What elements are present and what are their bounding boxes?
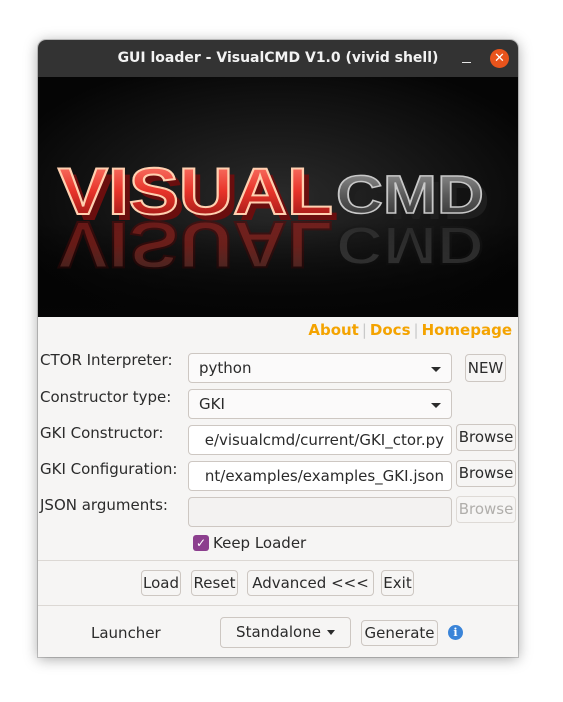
minimize-button[interactable] <box>458 49 476 67</box>
ctor-interpreter-select[interactable]: python <box>188 353 452 383</box>
visualcmd-logo-banner: VISUAL CMD VISUAL VISUAL CMD CMD <box>38 77 518 317</box>
launcher-mode-value: Standalone <box>236 623 321 641</box>
launcher-label: Launcher <box>91 624 161 642</box>
json-arguments-label: JSON arguments: <box>40 496 168 514</box>
gki-constructor-value: e/visualcmd/current/GKI_ctor.py <box>204 431 444 449</box>
about-link[interactable]: About <box>308 321 359 339</box>
constructor-type-label: Constructor type: <box>40 388 172 406</box>
docs-link[interactable]: Docs <box>370 321 411 339</box>
gki-constructor-label: GKI Constructor: <box>40 424 164 442</box>
advanced-button[interactable]: Advanced <<< <box>247 570 374 596</box>
ctor-interpreter-value: python <box>199 359 252 377</box>
constructor-type-value: GKI <box>199 395 225 413</box>
load-button[interactable]: Load <box>141 570 181 596</box>
gki-constructor-input[interactable]: e/visualcmd/current/GKI_ctor.py <box>188 425 452 455</box>
browse-configuration-button[interactable]: Browse <box>456 460 516 487</box>
window-title: GUI loader - VisualCMD V1.0 (vivid shell… <box>117 50 439 66</box>
loader-window: GUI loader - VisualCMD V1.0 (vivid shell… <box>38 40 518 657</box>
keep-loader-checkbox[interactable]: ✓ <box>193 535 209 551</box>
gki-configuration-input[interactable]: nt/examples/examples_GKI.json <box>188 461 452 491</box>
info-icon[interactable]: i <box>448 625 463 640</box>
ctor-interpreter-label: CTOR Interpreter: <box>40 351 173 369</box>
browse-constructor-button[interactable]: Browse <box>456 424 516 451</box>
homepage-link[interactable]: Homepage <box>422 321 512 339</box>
close-button[interactable]: ✕ <box>490 49 509 68</box>
divider <box>38 560 518 561</box>
new-interpreter-button[interactable]: NEW <box>465 354 506 382</box>
help-links: About | Docs | Homepage <box>308 321 512 339</box>
browse-json-button[interactable]: Browse <box>456 496 516 523</box>
title-bar[interactable]: GUI loader - VisualCMD V1.0 (vivid shell… <box>38 40 518 77</box>
divider <box>38 605 518 606</box>
gki-configuration-label: GKI Configuration: <box>40 460 178 478</box>
constructor-type-select[interactable]: GKI <box>188 389 452 419</box>
exit-button[interactable]: Exit <box>381 570 414 596</box>
gki-configuration-value: nt/examples/examples_GKI.json <box>204 467 444 485</box>
chevron-down-icon <box>326 630 335 635</box>
json-arguments-input[interactable] <box>188 497 452 527</box>
chevron-down-icon <box>431 367 441 372</box>
keep-loader-label: Keep Loader <box>213 534 307 552</box>
reset-button[interactable]: Reset <box>191 570 238 596</box>
logo-cmd-text: CMD <box>336 165 484 225</box>
logo-visual-text: VISUAL <box>58 154 333 228</box>
generate-button[interactable]: Generate <box>361 620 438 646</box>
launcher-mode-dropdown[interactable]: Standalone <box>220 617 351 648</box>
chevron-down-icon <box>431 403 441 408</box>
